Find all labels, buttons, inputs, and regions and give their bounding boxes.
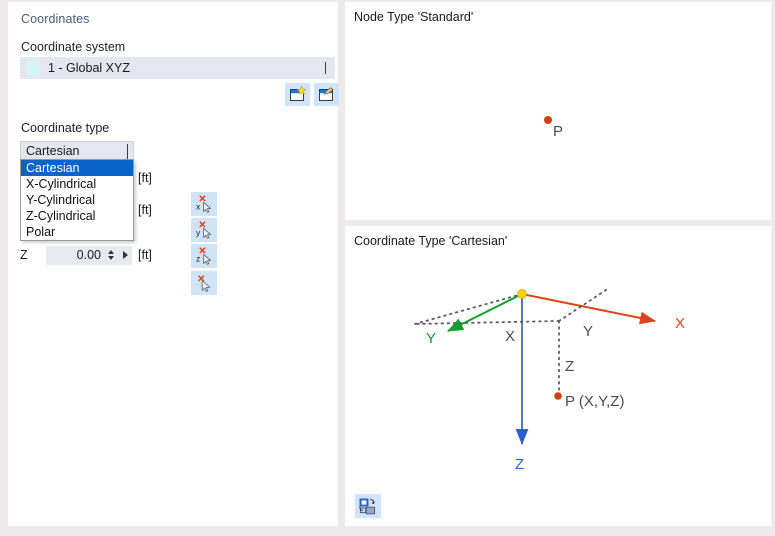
- coordinate-system-value: 1 - Global XYZ: [48, 61, 130, 75]
- projection-label-z: Z: [565, 358, 574, 375]
- node-point-marker: [544, 116, 552, 124]
- coordinate-type-panel: Coordinate Type 'Cartesian' X Y: [345, 226, 771, 526]
- dropdown-option-x-cylindrical[interactable]: X-Cylindrical: [21, 176, 133, 192]
- coordinate-z-input[interactable]: 0.00: [46, 246, 132, 265]
- coordinates-dialog: Coordinates Coordinate system 1 - Global…: [0, 0, 775, 536]
- coordinate-x-unit: [ft]: [138, 171, 152, 185]
- coordinate-z-value: 0.00: [47, 248, 105, 262]
- projection-line-x-proj: [415, 321, 559, 324]
- axis-x-label: X: [675, 315, 685, 332]
- group-title: Coordinates: [21, 12, 90, 26]
- origin-marker: [518, 290, 527, 299]
- dropdown-option-y-cylindrical[interactable]: Y-Cylindrical: [21, 192, 133, 208]
- axis-x-line: [522, 294, 655, 321]
- pick-x-cursor-icon: x: [194, 195, 214, 214]
- coordinate-z-play-icon[interactable]: [119, 251, 131, 259]
- point-marker: [554, 392, 562, 400]
- coordinate-z-label: Z: [20, 248, 46, 262]
- coordinate-system-color-swatch: [26, 61, 40, 75]
- pick-y-button[interactable]: y: [191, 218, 217, 242]
- coordinate-type-dropdown-list[interactable]: Cartesian X-Cylindrical Y-Cylindrical Z-…: [20, 159, 134, 241]
- dropdown-option-polar[interactable]: Polar: [21, 224, 133, 240]
- node-type-panel: Node Type 'Standard' P: [345, 2, 771, 220]
- coordinate-y-unit: [ft]: [138, 203, 152, 217]
- pick-z-button[interactable]: z: [191, 244, 217, 268]
- spinner-z[interactable]: [105, 250, 119, 260]
- pick-point-button[interactable]: [191, 271, 217, 295]
- axis-y-line: [448, 294, 522, 331]
- projection-line-y-proj: [559, 288, 609, 321]
- pick-y-cursor-icon: y: [194, 221, 214, 240]
- node-point-label: P: [553, 123, 563, 140]
- coordinate-row-z: Z 0.00 [ft]: [20, 245, 152, 265]
- node-type-preview: P: [345, 2, 771, 220]
- projection-label-x: X: [505, 328, 515, 345]
- pick-x-button[interactable]: x: [191, 192, 217, 216]
- axis-y-label: Y: [426, 330, 436, 347]
- point-label: P (X,Y,Z): [565, 393, 624, 410]
- chevron-down-icon[interactable]: [325, 63, 326, 73]
- cartesian-diagram: X Y Z X Y Z P (X,Y,Z): [345, 226, 771, 526]
- render-view-button[interactable]: [355, 494, 381, 518]
- pick-z-cursor-icon: z: [194, 247, 214, 266]
- projection-label-y: Y: [583, 323, 593, 340]
- svg-text:x: x: [196, 201, 201, 211]
- coordinate-type-value: Cartesian: [26, 144, 80, 158]
- edit-window-icon: [317, 86, 336, 103]
- coordinate-type-label: Coordinate type: [21, 121, 109, 135]
- coordinate-system-label: Coordinate system: [21, 40, 125, 54]
- svg-text:y: y: [196, 227, 201, 237]
- chevron-down-icon[interactable]: [127, 144, 128, 158]
- axis-z-label: Z: [515, 456, 524, 473]
- svg-text:z: z: [196, 253, 200, 263]
- dropdown-option-z-cylindrical[interactable]: Z-Cylindrical: [21, 208, 133, 224]
- render-mode-icon: [358, 497, 378, 516]
- dropdown-option-cartesian[interactable]: Cartesian: [21, 160, 133, 176]
- coordinate-system-combobox[interactable]: 1 - Global XYZ: [20, 57, 335, 79]
- edit-coordinate-system-button[interactable]: [314, 83, 339, 106]
- coordinate-z-unit: [ft]: [138, 248, 152, 262]
- coordinates-left-panel: Coordinates Coordinate system 1 - Global…: [8, 2, 338, 526]
- coordinate-type-combobox[interactable]: Cartesian: [20, 141, 134, 160]
- new-coordinate-system-button[interactable]: [285, 83, 310, 106]
- projection-line-y-side: [415, 294, 522, 324]
- pick-point-cursor-icon: [194, 274, 214, 293]
- new-window-icon: [288, 86, 307, 103]
